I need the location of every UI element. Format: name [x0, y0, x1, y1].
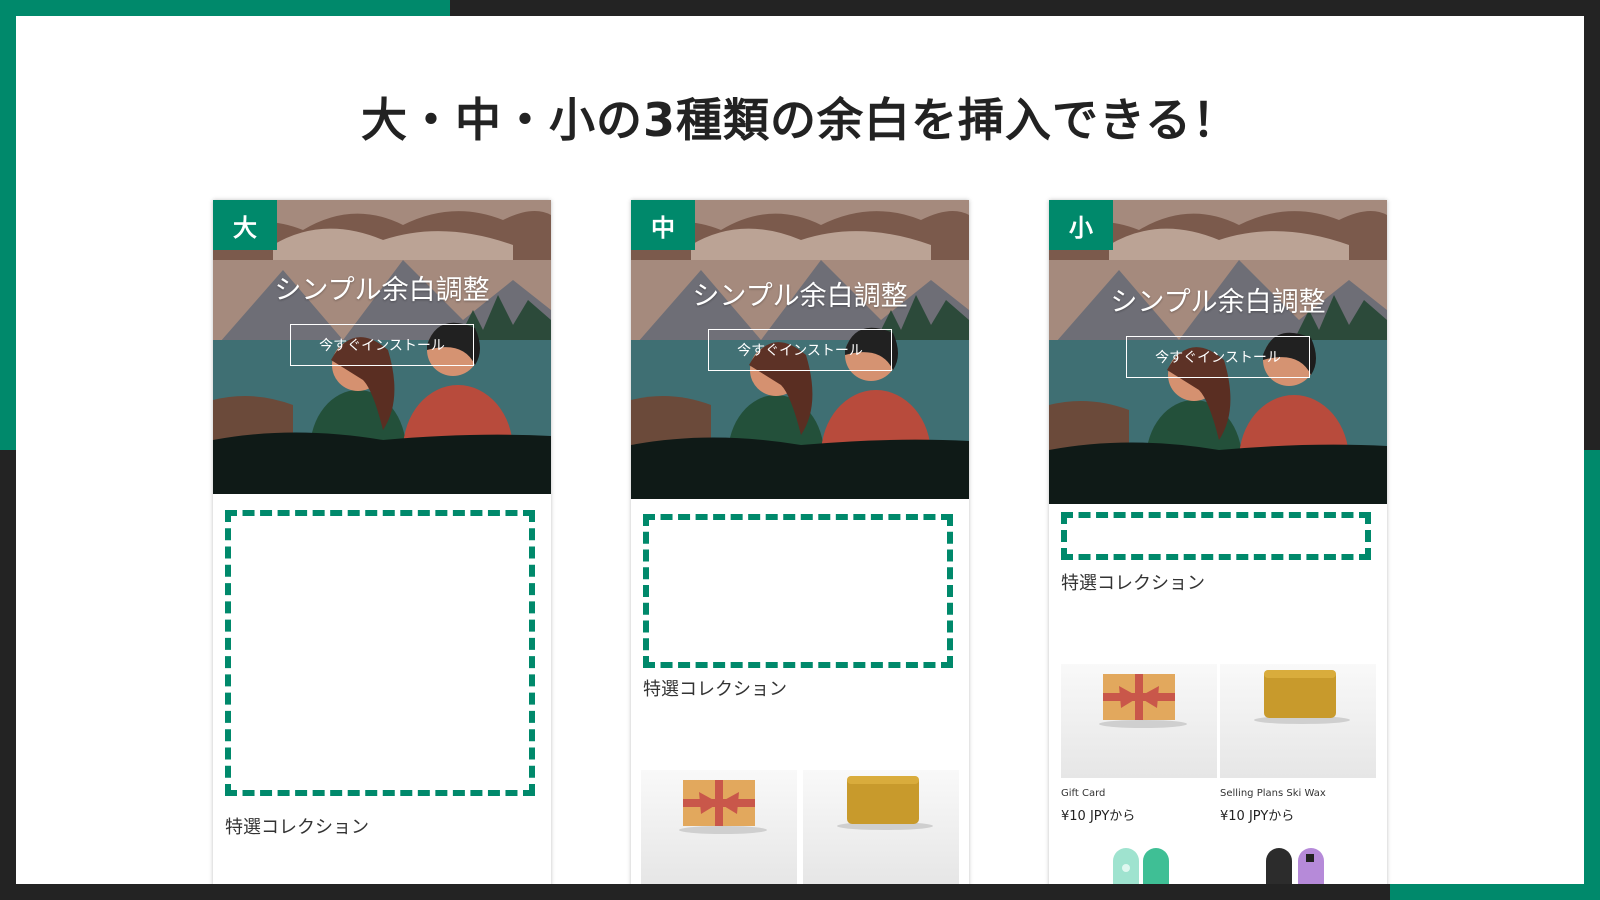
- spacer-medium-indicator: [643, 514, 953, 668]
- product-image: [641, 770, 797, 884]
- hero-title: シンプル余白調整: [692, 281, 908, 312]
- ski-wax-icon: [837, 776, 933, 830]
- ski-wax-icon: [1254, 670, 1350, 724]
- section-title: 特選コレクション: [643, 679, 787, 700]
- hero-banner: 大 シンプル余白調整 今すぐインストール: [213, 200, 551, 494]
- product-card[interactable]: [1061, 840, 1217, 884]
- spacer-large-indicator: [225, 510, 535, 796]
- accent-bar-left: [0, 0, 16, 450]
- product-image: [803, 770, 959, 884]
- product-card[interactable]: [803, 770, 959, 884]
- gift-card-icon: [1099, 674, 1187, 728]
- hero-title: シンプル余白調整: [274, 275, 490, 306]
- accent-bar-top: [0, 0, 450, 16]
- size-badge: 中: [631, 200, 695, 250]
- snowboard-icon: [1266, 848, 1324, 884]
- hero-banner: 小 シンプル余白調整 今すぐインストール: [1049, 200, 1387, 504]
- product-price: ¥10 JPYから: [1220, 809, 1295, 824]
- size-badge: 大: [213, 200, 277, 250]
- install-now-button[interactable]: 今すぐインストール: [708, 329, 892, 371]
- preview-small: 小 シンプル余白調整 今すぐインストール 特選コレクション Gift Card …: [1049, 200, 1387, 884]
- product-card-ski-wax[interactable]: Selling Plans Ski Wax ¥10 JPYから: [1220, 664, 1376, 824]
- product-card[interactable]: [1220, 840, 1376, 884]
- snowboard-icon: [1113, 848, 1169, 884]
- install-now-button[interactable]: 今すぐインストール: [1126, 336, 1310, 378]
- section-title: 特選コレクション: [1061, 573, 1205, 594]
- install-now-button[interactable]: 今すぐインストール: [290, 324, 474, 366]
- gift-card-icon: [679, 780, 767, 834]
- product-name[interactable]: Selling Plans Ski Wax: [1220, 788, 1376, 799]
- preview-medium: 中 シンプル余白調整 今すぐインストール 特選コレクション: [631, 200, 969, 884]
- hero-banner: 中 シンプル余白調整 今すぐインストール: [631, 200, 969, 499]
- product-card[interactable]: [641, 770, 797, 884]
- product-image: [1220, 664, 1376, 778]
- product-image: [1061, 664, 1217, 778]
- preview-large: 大 シンプル余白調整 今すぐインストール 特選コレクション: [213, 200, 551, 884]
- section-title: 特選コレクション: [225, 817, 369, 838]
- size-badge: 小: [1049, 200, 1113, 250]
- slide: 大・中・小の3種類の余白を挿入できる！ 大 シンプル余白調整 今すぐインストール…: [16, 16, 1584, 884]
- product-name[interactable]: Gift Card: [1061, 788, 1217, 799]
- slide-heading: 大・中・小の3種類の余白を挿入できる！: [360, 93, 1240, 147]
- product-card-gift-card[interactable]: Gift Card ¥10 JPYから: [1061, 664, 1217, 824]
- hero-title: シンプル余白調整: [1110, 287, 1326, 318]
- spacer-small-indicator: [1061, 512, 1371, 560]
- product-price: ¥10 JPYから: [1061, 809, 1136, 824]
